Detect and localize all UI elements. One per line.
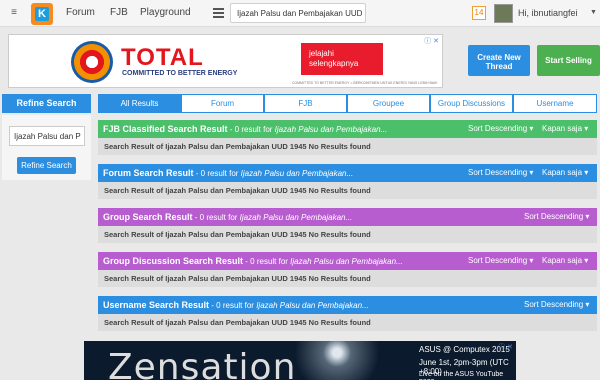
group-discussion-result-header: Group Discussion Search Result - 0 resul… — [98, 252, 597, 270]
bottom-ad-banner[interactable]: Zensation ASUS @ Computex 2015 June 1st,… — [84, 341, 516, 380]
group-discussion-result-body: Search Result of Ijazah Palsu dan Pembaj… — [98, 270, 597, 287]
time-dropdown[interactable]: Kapan saja ▾ — [542, 120, 588, 138]
result-count: - 0 result for — [192, 213, 240, 222]
group-result-header: Group Search Result - 0 result for Ijaza… — [98, 208, 597, 226]
tab-group-discussions[interactable]: Group Discussions — [430, 94, 513, 113]
section-title: Forum Search Result — [103, 168, 194, 178]
result-count: - 0 result for — [209, 301, 257, 310]
time-dropdown[interactable]: Kapan saja ▾ — [542, 164, 588, 182]
result-tabs: All Results Forum FJB Groupee Group Disc… — [98, 94, 597, 113]
tab-forum[interactable]: Forum — [181, 94, 264, 113]
sort-dropdown[interactable]: Sort Descending ▾ — [468, 164, 533, 182]
result-query: Ijazah Palsu dan Pembajakan... — [240, 169, 354, 178]
top-navbar: ≡ K Forum FJB Playground Ijazah Palsu da… — [0, 0, 600, 27]
section-title: FJB Classified Search Result — [103, 124, 228, 134]
refine-panel: Ijazah Palsu dan P Refine Search — [2, 115, 91, 180]
bottom-ad-line3: Live on the ASUS YouTube page — [419, 371, 504, 380]
time-dropdown[interactable]: Kapan saja ▾ — [542, 252, 588, 270]
chevron-down-icon[interactable]: ▼ — [590, 9, 597, 16]
result-query: Ijazah Palsu dan Pembajakan... — [290, 257, 403, 266]
sort-dropdown[interactable]: Sort Descending ▾ — [524, 208, 589, 226]
username-result-body: Search Result of Ijazah Palsu dan Pembaj… — [98, 314, 597, 331]
notification-badge[interactable]: 14 — [472, 6, 486, 20]
create-thread-button[interactable]: Create New Thread — [468, 45, 530, 76]
bottom-ad-line1: ASUS @ Computex 2015 — [419, 345, 510, 354]
sort-dropdown[interactable]: Sort Descending ▾ — [468, 252, 533, 270]
kaskus-logo[interactable]: K — [31, 3, 53, 25]
tab-all-results[interactable]: All Results — [98, 94, 181, 113]
group-result-body: Search Result of Ijazah Palsu dan Pembaj… — [98, 226, 597, 243]
section-title: Group Discussion Search Result — [103, 256, 244, 266]
ad-close-icon[interactable]: ⓘ ✕ — [424, 36, 439, 46]
ad-cta-line2: selengkapnya — [309, 59, 359, 68]
logo-letter: K — [35, 7, 49, 21]
section-title: Username Search Result — [103, 300, 210, 310]
tab-username[interactable]: Username — [513, 94, 597, 113]
nav-playground[interactable]: Playground — [140, 7, 191, 18]
forum-result-body: Search Result of Ijazah Palsu dan Pembaj… — [98, 182, 597, 199]
avatar[interactable] — [494, 4, 513, 23]
hamburger-icon[interactable] — [213, 8, 224, 18]
refine-search-button[interactable]: Refine Search — [17, 157, 76, 174]
nav-fjb[interactable]: FJB — [110, 7, 128, 18]
result-count: - 0 result for — [243, 257, 291, 266]
username-result-header: Username Search Result - 0 result for Ij… — [98, 296, 597, 314]
tab-fjb[interactable]: FJB — [264, 94, 347, 113]
tab-groupee[interactable]: Groupee — [347, 94, 430, 113]
ad-footer: COMMITTED TO BETTER ENERGY = BERKOMITMEN… — [292, 81, 438, 85]
sort-dropdown[interactable]: Sort Descending ▾ — [524, 296, 589, 314]
section-title: Group Search Result — [103, 212, 193, 222]
sort-dropdown[interactable]: Sort Descending ▾ — [468, 120, 533, 138]
result-count: - 0 result for — [193, 169, 241, 178]
start-selling-button[interactable]: Start Selling — [537, 45, 600, 76]
username-label[interactable]: Hi, ibnutiangfei — [518, 8, 578, 18]
result-query: Ijazah Palsu dan Pembajakan... — [256, 301, 369, 310]
fjb-result-header: FJB Classified Search Result - 0 result … — [98, 120, 597, 138]
ad-cta-button[interactable]: jelajahi selengkapnya — [301, 43, 383, 75]
result-query: Ijazah Palsu dan Pembajakan... — [274, 125, 388, 134]
result-query: Ijazah Palsu dan Pembajakan... — [239, 213, 353, 222]
total-logo-icon — [71, 41, 113, 83]
ad-tagline: COMMITTED TO BETTER ENERGY — [122, 70, 238, 77]
fjb-result-body: Search Result of Ijazah Palsu dan Pembaj… — [98, 138, 597, 155]
bottom-ad-close-icon[interactable]: ⓘ ✕ — [498, 342, 513, 352]
search-input[interactable]: Ijazah Palsu dan Pembajakan UUD 19 — [230, 3, 366, 23]
nav-forum[interactable]: Forum — [66, 7, 95, 18]
ad-brand: TOTAL — [121, 44, 204, 71]
menu-icon[interactable]: ≡ — [7, 6, 21, 20]
ad-banner[interactable]: TOTAL COMMITTED TO BETTER ENERGY jelajah… — [8, 34, 443, 88]
result-count: - 0 result for — [227, 125, 275, 134]
forum-result-header: Forum Search Result - 0 result for Ijaza… — [98, 164, 597, 182]
refine-search-title: Refine Search — [2, 94, 91, 113]
bottom-ad-title: Zensation — [108, 347, 297, 380]
refine-search-input[interactable]: Ijazah Palsu dan P — [9, 126, 85, 146]
ad-cta-line1: jelajahi — [309, 49, 334, 58]
